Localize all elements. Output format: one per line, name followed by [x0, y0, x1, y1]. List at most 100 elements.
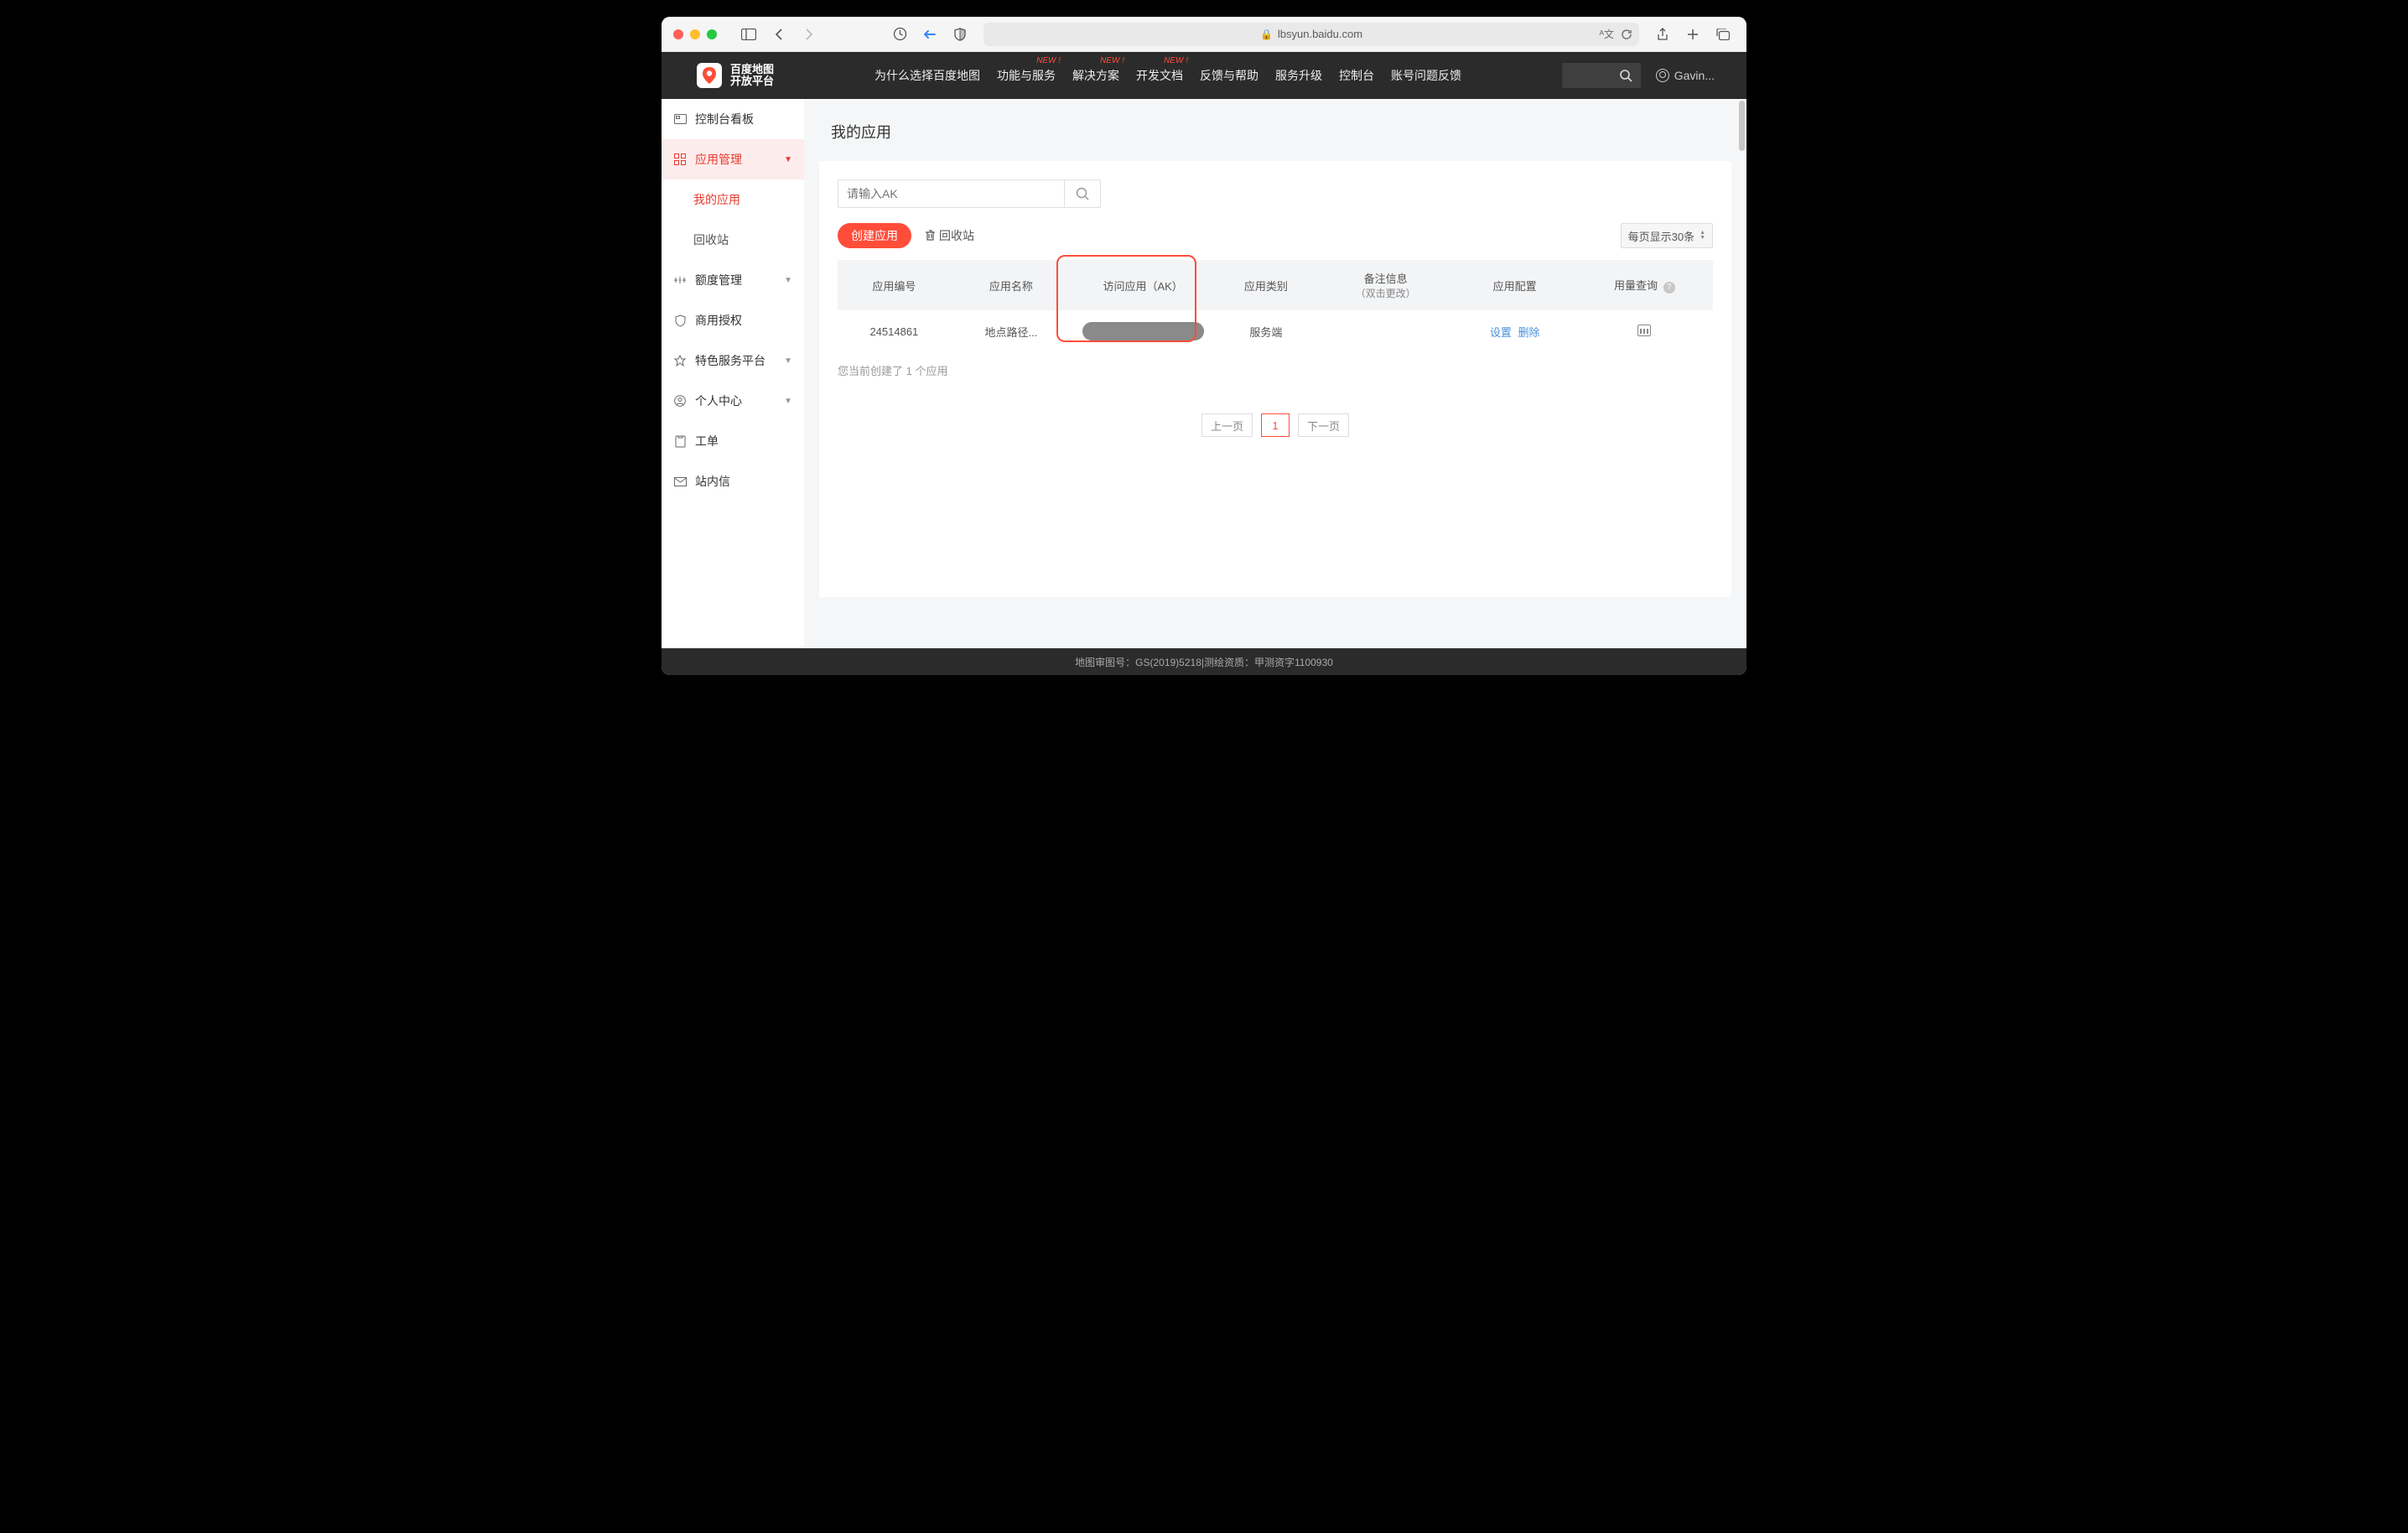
- cell-usage: [1576, 310, 1713, 352]
- sidebar: 控制台看板 应用管理 ▼ 我的应用 回收站 额度管理 ▼ 商用授权 特色服务平台: [662, 99, 804, 648]
- cell-type: 服务端: [1214, 310, 1318, 352]
- chevron-down-icon: ▼: [784, 155, 792, 164]
- pager-current[interactable]: 1: [1261, 413, 1290, 437]
- col-id: 应用编号: [838, 260, 951, 310]
- site-logo[interactable]: 百度地图 开放平台: [697, 63, 774, 88]
- privacy-shield-icon[interactable]: [948, 23, 972, 45]
- sidebar-toggle-icon[interactable]: [737, 23, 760, 45]
- url-host: lbsyun.baidu.com: [1278, 28, 1362, 40]
- mail-icon: [673, 475, 687, 488]
- browser-window: 🔒 lbsyun.baidu.com ᴬ文 百度地图: [662, 17, 1746, 675]
- col-note: 备注信息（双击更改）: [1318, 260, 1454, 310]
- pager-prev[interactable]: 上一页: [1201, 413, 1253, 437]
- recycle-bin-button[interactable]: 回收站: [925, 227, 974, 244]
- sidebar-item-ticket[interactable]: 工单: [662, 421, 804, 461]
- cell-note[interactable]: [1318, 310, 1454, 352]
- reload-icon[interactable]: [1621, 29, 1632, 40]
- scrollbar-thumb[interactable]: [1739, 101, 1745, 151]
- usage-chart-icon[interactable]: [1637, 325, 1651, 336]
- chevron-down-icon: ▼: [784, 356, 792, 366]
- cell-ak: [1072, 310, 1214, 352]
- sidebar-item-recycle[interactable]: 回收站: [662, 220, 804, 260]
- sidebar-item-mail[interactable]: 站内信: [662, 461, 804, 501]
- site-footer: 地图审图号：GS(2019)5218|测绘资质：甲测资字1100930: [662, 648, 1746, 675]
- apps-table: 应用编号 应用名称 访问应用（AK） 应用类别 备注信息（双击更改） 应用配置 …: [838, 260, 1713, 352]
- history-icon[interactable]: [888, 23, 911, 45]
- summary-text: 您当前创建了 1 个应用: [838, 362, 1713, 378]
- avatar-icon: [1656, 69, 1669, 82]
- panel: 创建应用 回收站 每页显示30条 ▲▼ 应用编号: [819, 161, 1731, 597]
- chevron-down-icon: ▼: [784, 276, 792, 285]
- logo-text-line2: 开放平台: [730, 75, 774, 87]
- row-settings-link[interactable]: 设置: [1490, 326, 1512, 339]
- browser-toolbar: 🔒 lbsyun.baidu.com ᴬ文: [662, 17, 1746, 52]
- search-icon: [1619, 69, 1632, 82]
- nav-why[interactable]: 为什么选择百度地图: [874, 67, 980, 84]
- ak-search-input[interactable]: [838, 179, 1064, 208]
- nav-docs[interactable]: NEW !开发文档: [1136, 67, 1183, 84]
- cell-name: 地点路径...: [951, 310, 1072, 352]
- sidebar-item-my-apps[interactable]: 我的应用: [662, 179, 804, 220]
- nav-forward-button[interactable]: [797, 23, 821, 45]
- table-row: 24514861 地点路径... 服务端 设置 删除: [838, 310, 1713, 352]
- logo-text-line1: 百度地图: [730, 64, 774, 75]
- col-type: 应用类别: [1214, 260, 1318, 310]
- nav-upgrade[interactable]: 服务升级: [1275, 67, 1322, 84]
- site-search[interactable]: [1562, 63, 1641, 88]
- address-bar[interactable]: 🔒 lbsyun.baidu.com ᴬ文: [983, 23, 1639, 46]
- site-header: 百度地图 开放平台 为什么选择百度地图 NEW !功能与服务 NEW !解决方案…: [662, 52, 1746, 99]
- shield-icon: [673, 314, 687, 327]
- nav-feedback[interactable]: 反馈与帮助: [1200, 67, 1258, 84]
- main-nav: 为什么选择百度地图 NEW !功能与服务 NEW !解决方案 NEW !开发文档…: [874, 67, 1461, 84]
- tabs-overview-icon[interactable]: [1711, 23, 1735, 45]
- page-title: 我的应用: [804, 99, 1746, 161]
- new-tab-icon[interactable]: [1681, 23, 1705, 45]
- dashboard-icon: [673, 112, 687, 126]
- logo-mark-icon: [697, 63, 722, 88]
- maximize-window-button[interactable]: [707, 29, 717, 39]
- sidebar-item-quota[interactable]: 额度管理 ▼: [662, 260, 804, 300]
- sidebar-item-apps[interactable]: 应用管理 ▼: [662, 139, 804, 179]
- row-delete-link[interactable]: 删除: [1518, 326, 1539, 339]
- extension-icon[interactable]: [918, 23, 942, 45]
- col-ak: 访问应用（AK）: [1072, 260, 1214, 310]
- create-app-button[interactable]: 创建应用: [838, 223, 911, 248]
- pager-next[interactable]: 下一页: [1298, 413, 1349, 437]
- pagination: 上一页 1 下一页: [838, 413, 1713, 437]
- cell-config: 设置 删除: [1454, 310, 1576, 352]
- translate-icon[interactable]: ᴬ文: [1600, 27, 1614, 41]
- user-menu[interactable]: Gavin...: [1656, 69, 1715, 82]
- sidebar-item-license[interactable]: 商用授权: [662, 300, 804, 340]
- nav-account-feedback[interactable]: 账号问题反馈: [1391, 67, 1461, 84]
- col-name: 应用名称: [951, 260, 1072, 310]
- main-content: 我的应用 创建应用 回收站 每页显示30条 ▲▼: [804, 99, 1746, 648]
- ak-redacted: [1082, 322, 1204, 340]
- cell-id: 24514861: [838, 310, 951, 352]
- username: Gavin...: [1674, 69, 1715, 82]
- trash-icon: [925, 230, 936, 242]
- close-window-button[interactable]: [673, 29, 683, 39]
- quota-icon: [673, 273, 687, 287]
- nav-features[interactable]: NEW !功能与服务: [997, 67, 1056, 84]
- sidebar-item-dashboard[interactable]: 控制台看板: [662, 99, 804, 139]
- nav-console[interactable]: 控制台: [1339, 67, 1374, 84]
- apps-icon: [673, 153, 687, 166]
- col-usage: 用量查询 ?: [1576, 260, 1713, 310]
- footer-text: 地图审图号：GS(2019)5218|测绘资质：甲测资字1100930: [1075, 655, 1333, 669]
- lock-icon: 🔒: [1260, 29, 1273, 40]
- stepper-icon: ▲▼: [1700, 231, 1705, 241]
- ak-search-button[interactable]: [1064, 179, 1101, 208]
- col-config: 应用配置: [1454, 260, 1576, 310]
- ticket-icon: [673, 434, 687, 448]
- sidebar-item-profile[interactable]: 个人中心 ▼: [662, 381, 804, 421]
- person-icon: [673, 394, 687, 408]
- sidebar-item-special[interactable]: 特色服务平台 ▼: [662, 340, 804, 381]
- window-controls: [673, 29, 717, 39]
- special-icon: [673, 354, 687, 367]
- help-icon[interactable]: ?: [1663, 282, 1675, 294]
- minimize-window-button[interactable]: [690, 29, 700, 39]
- nav-solutions[interactable]: NEW !解决方案: [1072, 67, 1119, 84]
- share-icon[interactable]: [1651, 23, 1674, 45]
- nav-back-button[interactable]: [767, 23, 791, 45]
- page-size-select[interactable]: 每页显示30条 ▲▼: [1621, 223, 1713, 248]
